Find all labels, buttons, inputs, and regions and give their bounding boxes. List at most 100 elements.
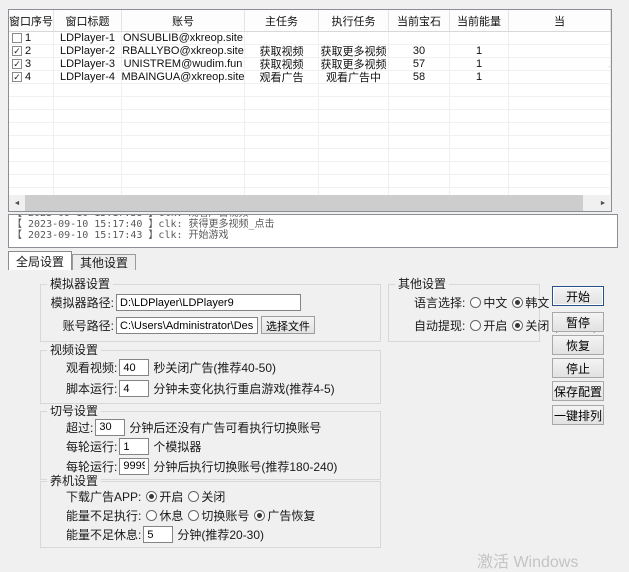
emulator-path-input[interactable] [116, 294, 301, 311]
save-config-button[interactable]: 保存配置 [552, 381, 604, 401]
empty-table-row [9, 123, 611, 136]
low-energy-action-radio-icon[interactable] [188, 510, 199, 521]
emulators-per-round-input[interactable] [119, 438, 149, 455]
empty-cell [509, 84, 611, 97]
table-row[interactable]: 1LDPlayer-1ONSUBLIB@xkreop.site [9, 32, 611, 45]
start-button[interactable]: 开始 [552, 286, 604, 306]
minutes-per-round-input[interactable] [119, 458, 149, 475]
choose-file-button[interactable]: 选择文件 [261, 316, 315, 334]
resume-button[interactable]: 恢复 [552, 335, 604, 355]
emulators-per-round-suffix: 个模拟器 [153, 438, 201, 455]
account-path-input[interactable] [116, 317, 258, 334]
row-select-cell: ✓3 [9, 58, 54, 71]
low-energy-rest-minutes-input[interactable] [143, 526, 173, 543]
auto-withdraw-radio-icon[interactable] [512, 320, 523, 331]
group-body: 模拟器路径: 账号路径: 选择文件 [41, 289, 380, 339]
script-restart-minutes-input[interactable] [119, 380, 149, 397]
empty-cell [450, 97, 509, 110]
empty-cell [389, 84, 450, 97]
low-energy-action-option[interactable]: 休息 [146, 507, 183, 524]
column-header-2[interactable]: 窗口标题 [54, 10, 122, 31]
switch-timeout-minutes-input[interactable] [95, 419, 125, 436]
stop-button[interactable]: 停止 [552, 358, 604, 378]
tab-global-settings[interactable]: 全局设置 [8, 251, 72, 270]
auto-withdraw-option[interactable]: 开启 [470, 317, 507, 334]
auto-withdraw-label: 自动提现: [414, 317, 465, 334]
empty-cell [450, 188, 509, 195]
emulator-path-row: 模拟器路径: [41, 294, 380, 311]
empty-cell [54, 162, 122, 175]
pause-button[interactable]: 暂停 [552, 312, 604, 332]
empty-cell [389, 149, 450, 162]
low-energy-action-radio-icon[interactable] [146, 510, 157, 521]
cell-account: MBAINGUA@xkreop.site [122, 71, 245, 84]
table-row[interactable]: ✓4LDPlayer-4MBAINGUA@xkreop.site观看广告观看广告… [9, 71, 611, 84]
column-header-1[interactable]: 窗口序号 [9, 10, 54, 31]
account-path-label: 账号路径: [47, 317, 114, 334]
cell-gems: 57 [389, 58, 450, 71]
watch-video-seconds-input[interactable] [119, 359, 149, 376]
column-header-5[interactable]: 执行任务 [319, 10, 389, 31]
low-energy-action-option[interactable]: 广告恢复 [254, 507, 315, 524]
download-ad-app-radio-icon[interactable] [146, 491, 157, 502]
group-body: 观看视频:秒关闭广告(推荐40-50)脚本运行:分钟未变化执行重启游戏(推荐4-… [41, 355, 380, 401]
empty-cell [54, 188, 122, 195]
row-checkbox[interactable]: ✓ [12, 59, 22, 69]
empty-cell [319, 84, 389, 97]
empty-cell [319, 97, 389, 110]
table-horizontal-scrollbar[interactable]: ◄ ► [9, 195, 611, 211]
emulator-path-label: 模拟器路径: [47, 294, 114, 311]
cell-title: LDPlayer-1 [54, 32, 122, 45]
download-ad-app-option[interactable]: 开启 [146, 488, 183, 505]
scrollbar-thumb[interactable] [25, 195, 583, 211]
row-checkbox[interactable] [12, 33, 22, 43]
cell-extra: 1 [509, 58, 611, 71]
watch-video-seconds-suffix: 秒关闭广告(推荐40-50) [153, 359, 276, 376]
arrange-windows-button[interactable]: 一键排列 [552, 405, 604, 425]
column-header-6[interactable]: 当前宝石 [389, 10, 450, 31]
column-header-7[interactable]: 当前能量 [450, 10, 509, 31]
empty-cell [450, 136, 509, 149]
row-checkbox[interactable]: ✓ [12, 46, 22, 56]
cell-main_task [245, 32, 319, 45]
scroll-left-arrow-icon[interactable]: ◄ [9, 195, 25, 211]
empty-cell [9, 162, 54, 175]
cell-extra [509, 71, 611, 84]
empty-table-row [9, 188, 611, 195]
low-energy-action-radio-icon[interactable] [254, 510, 265, 521]
empty-cell [509, 162, 611, 175]
cell-gems [389, 32, 450, 45]
settings-tabs: 全局设置其他设置 [8, 251, 136, 270]
video-settings-group: 视频设置观看视频:秒关闭广告(推荐40-50)脚本运行:分钟未变化执行重启游戏(… [40, 350, 381, 404]
language-select-radio-icon[interactable] [512, 297, 523, 308]
empty-cell [54, 123, 122, 136]
column-header-4[interactable]: 主任务 [245, 10, 319, 31]
auto-withdraw-option[interactable]: 关闭 [512, 317, 549, 334]
empty-cell [509, 175, 611, 188]
cell-exec_task [319, 32, 389, 45]
low-energy-action-option-label: 切换账号 [201, 507, 249, 524]
auto-withdraw-radio-icon[interactable] [470, 320, 481, 331]
tab-other-settings[interactable]: 其他设置 [72, 254, 136, 270]
low-energy-action-option[interactable]: 切换账号 [188, 507, 249, 524]
table-row[interactable]: ✓2LDPlayer-2RBALLYBO@xkreop.site获取视频获取更多… [9, 45, 611, 58]
empty-cell [122, 110, 245, 123]
column-header-8[interactable]: 当 [509, 10, 611, 31]
cell-gems: 58 [389, 71, 450, 84]
language-select-row: 语言选择:中文韩文 [389, 294, 539, 311]
row-number: 4 [25, 71, 31, 83]
column-header-3[interactable]: 账号 [122, 10, 245, 31]
language-select-radio-icon[interactable] [470, 297, 481, 308]
language-select-option[interactable]: 中文 [470, 294, 507, 311]
low-energy-rest-minutes-suffix: 分钟(推荐20-30) [177, 526, 264, 543]
download-ad-app-option[interactable]: 关闭 [188, 488, 225, 505]
scroll-right-arrow-icon[interactable]: ► [595, 195, 611, 211]
empty-cell [122, 188, 245, 195]
download-ad-app-radio-icon[interactable] [188, 491, 199, 502]
language-select-option[interactable]: 韩文 [512, 294, 549, 311]
emulator-table: 窗口序号窗口标题账号主任务执行任务当前宝石当前能量当 1LDPlayer-1ON… [8, 9, 612, 212]
cell-extra [509, 45, 611, 58]
empty-cell [9, 97, 54, 110]
row-checkbox[interactable]: ✓ [12, 72, 22, 82]
table-row[interactable]: ✓3LDPlayer-3UNISTREM@wudim.fun获取视频获取更多视频… [9, 58, 611, 71]
